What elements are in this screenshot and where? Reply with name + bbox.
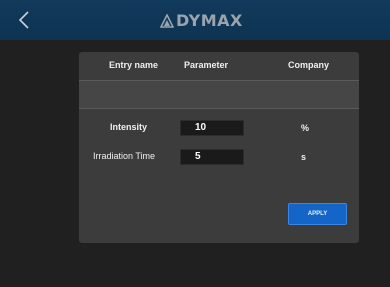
dymax-logo: DYMAX — [160, 12, 243, 30]
row-label-intensity: Intensity — [110, 122, 148, 132]
intensity-input[interactable]: 10 — [180, 120, 244, 136]
dymax-logo-mark-icon — [160, 14, 174, 28]
column-header-company: Company — [288, 60, 330, 70]
back-button[interactable] — [12, 7, 38, 33]
logo-text: DYMAX — [176, 11, 243, 30]
column-header-entry-name: Entry name — [109, 60, 159, 70]
irradiation-time-unit: s — [301, 152, 307, 162]
parameter-panel: Entry name Parameter Company Intensity 1… — [79, 52, 359, 243]
empty-header-band — [79, 80, 359, 109]
row-label-irradiation-time: Irradiation Time — [93, 151, 156, 161]
apply-button[interactable]: APPLY — [288, 203, 347, 225]
column-header-parameter: Parameter — [184, 60, 229, 70]
chevron-left-icon — [18, 11, 29, 29]
irradiation-time-input[interactable]: 5 — [180, 149, 244, 165]
intensity-unit: % — [301, 123, 310, 133]
top-bar: DYMAX — [0, 0, 390, 40]
